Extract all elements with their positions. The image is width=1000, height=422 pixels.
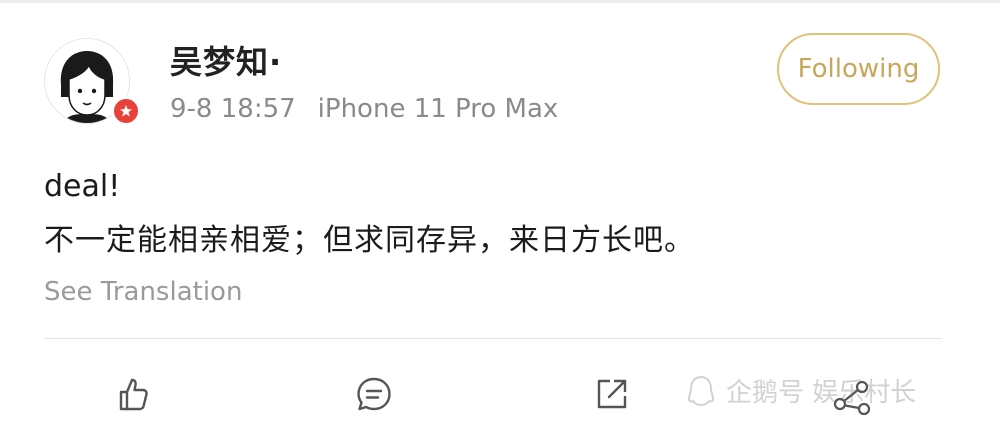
post-time: 9-8 18:57 [170,94,296,124]
username[interactable]: 吴梦知· [170,42,282,82]
post-line-2: 不一定能相亲相爱；但求同存异，来日方长吧。 [44,223,695,258]
like-button[interactable] [110,372,154,416]
watermark-text: 企鹅号 娱乐村长 [726,377,917,408]
share-icon [597,379,627,409]
watermark: 企鹅号 娱乐村长 [684,368,916,412]
post-device: iPhone 11 Pro Max [317,94,559,124]
share-nodes-icon [833,380,871,416]
penguin-icon [687,375,715,407]
verified-badge-icon [111,96,141,126]
post-meta: 9-8 18:57 iPhone 11 Pro Max [170,92,558,126]
comment-button[interactable] [352,372,396,416]
comment-icon [357,377,391,411]
post-body: deal! 不一定能相亲相爱；但求同存异，来日方长吧。 [44,166,695,262]
top-divider [0,0,1000,3]
share-button[interactable] [590,372,634,416]
post-line-1: deal! [44,169,121,204]
see-translation-link[interactable]: See Translation [44,275,242,309]
following-button[interactable]: Following [777,33,940,105]
divider [44,338,942,339]
thumbs-up-icon [119,378,148,411]
